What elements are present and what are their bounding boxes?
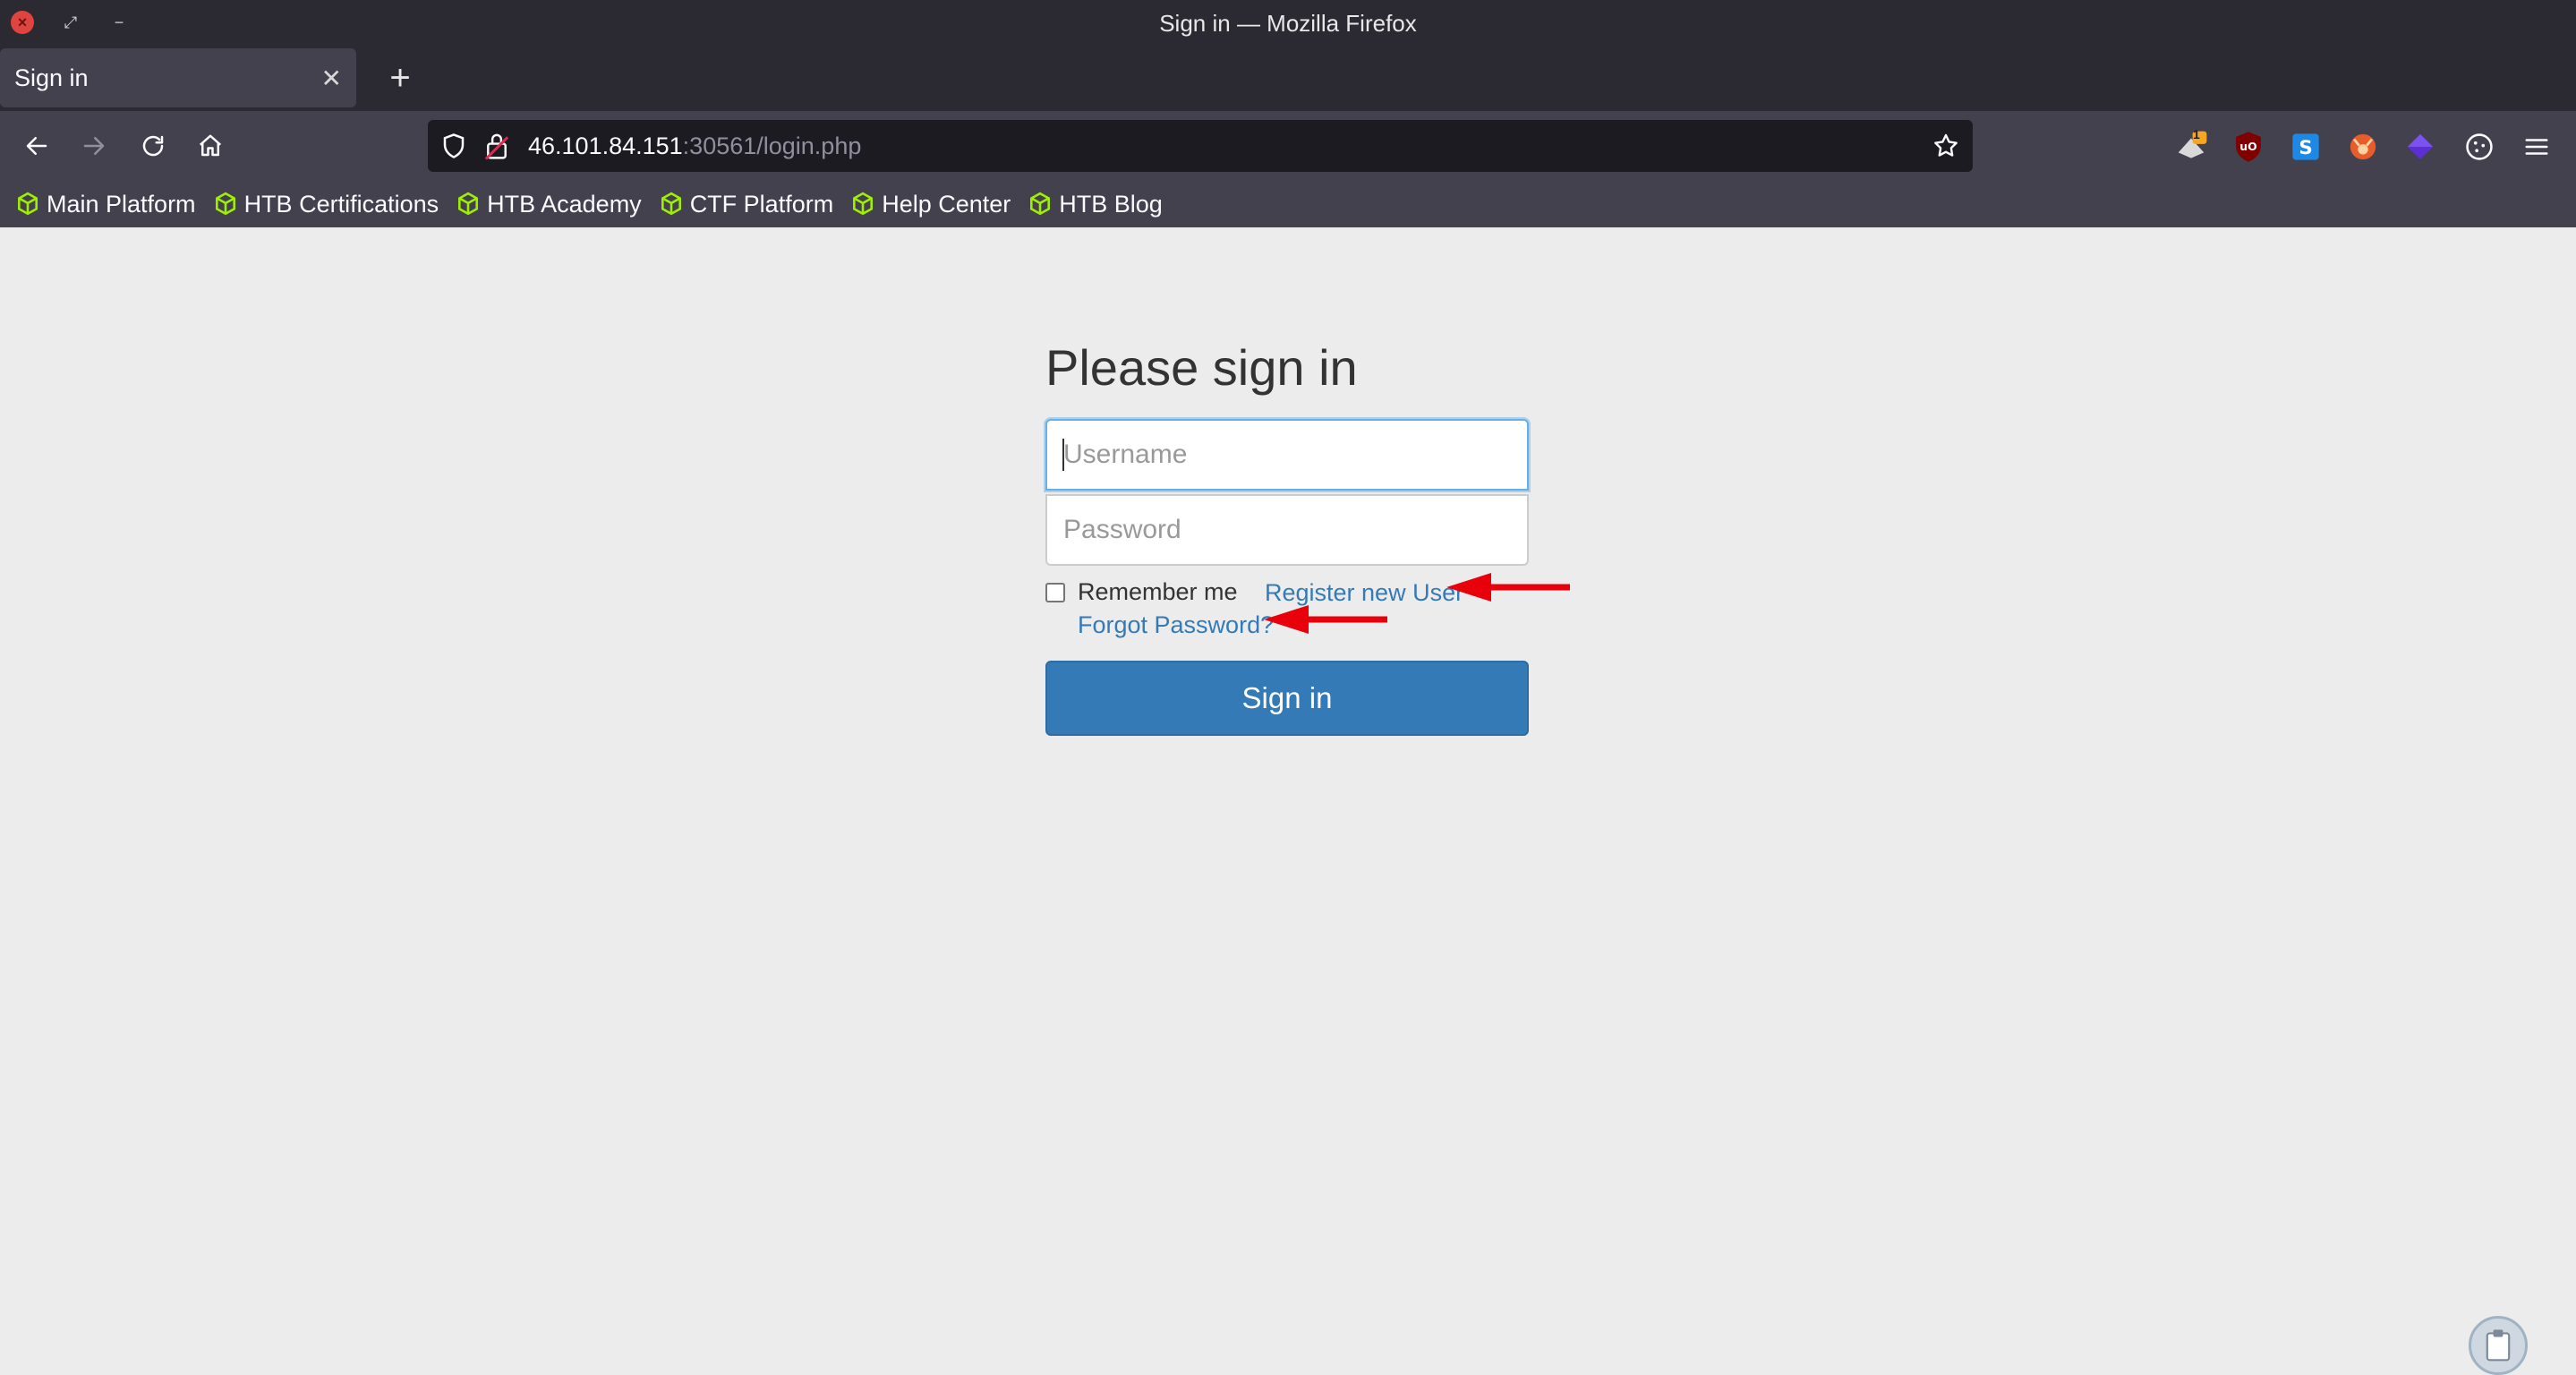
svg-text:S: S [2299,137,2312,159]
bookmark-label: Help Center [882,190,1011,218]
clipboard-icon[interactable] [2469,1316,2528,1375]
svg-text:uO: uO [2239,140,2256,153]
htb-cube-icon [215,192,235,216]
annotation-arrow-register [1446,573,1570,602]
window-title: Sign in — Mozilla Firefox [1159,9,1417,37]
cookie-icon[interactable] [2461,129,2497,165]
tab-bar: Sign in ✕ + [0,47,2576,111]
purple-cube-icon[interactable] [2402,129,2438,165]
url-host: 46.101.84.151 [528,132,683,159]
htb-cube-icon [661,192,681,216]
tab-sign-in[interactable]: Sign in ✕ [0,48,356,107]
username-input[interactable] [1045,419,1529,491]
reload-icon[interactable] [132,125,174,167]
forward-arrow-icon[interactable] [73,125,115,167]
star-icon[interactable] [1932,132,1960,165]
annotation-arrow-forgot [1264,605,1387,634]
new-tab-button[interactable]: + [378,56,422,100]
htb-cube-icon [853,192,874,216]
bookmark-htb-academy[interactable]: HTB Academy [456,191,642,218]
forgot-password-link[interactable]: Forgot Password? [1078,611,1274,639]
window-titlebar: × ⤢ − Sign in — Mozilla Firefox [0,0,2576,47]
tab-close-icon[interactable]: ✕ [321,64,342,93]
s-extension-icon[interactable]: S [2288,129,2324,165]
navigation-toolbar: 46.101.84.151:30561/login.php 1 uO S [0,111,2576,181]
bookmark-label: HTB Academy [487,190,642,218]
tab-title: Sign in [14,64,89,91]
lock-icon[interactable] [483,131,510,166]
bookmark-help-center[interactable]: Help Center [851,191,1011,218]
hamburger-menu-icon[interactable] [2519,129,2555,165]
bookmarks-toolbar: Main Platform HTB Certifications HTB Aca… [0,181,2576,227]
bookmark-label: CTF Platform [689,190,834,218]
badge-count: 1 [2193,127,2200,141]
home-icon[interactable] [190,125,231,167]
text-cursor [1062,439,1064,471]
bookmark-main-platform[interactable]: Main Platform [16,191,196,218]
ublock-icon[interactable]: uO [2231,129,2266,165]
htb-cube-icon [18,192,38,216]
remember-me-label[interactable]: Remember me [1045,578,1238,606]
hackbox-badge-icon[interactable]: 1 [2173,127,2209,165]
bookmark-label: Main Platform [47,190,196,218]
page-content: Please sign in Remember me Register new … [0,227,2576,1371]
url-path: :30561/login.php [682,132,862,159]
bookmark-label: HTB Certifications [243,190,439,218]
bookmark-ctf-platform[interactable]: CTF Platform [660,190,834,218]
url-text[interactable]: 46.101.84.151:30561/login.php [528,120,861,172]
htb-cube-icon [1030,192,1051,216]
shield-icon[interactable] [440,132,467,164]
sign-in-button[interactable]: Sign in [1045,661,1529,736]
bookmark-label: HTB Blog [1059,190,1163,218]
htb-cube-icon [458,192,479,216]
fox-extension-icon[interactable] [2345,129,2381,165]
url-bar[interactable]: 46.101.84.151:30561/login.php [428,120,1973,172]
password-input[interactable] [1045,494,1529,566]
remember-me-text: Remember me [1078,578,1238,605]
remember-me-checkbox[interactable] [1045,582,1065,602]
bookmark-htb-certifications[interactable]: HTB Certifications [214,191,439,218]
back-arrow-icon[interactable] [16,125,57,167]
page-title: Please sign in [1045,339,1358,396]
bookmark-htb-blog[interactable]: HTB Blog [1028,191,1163,218]
